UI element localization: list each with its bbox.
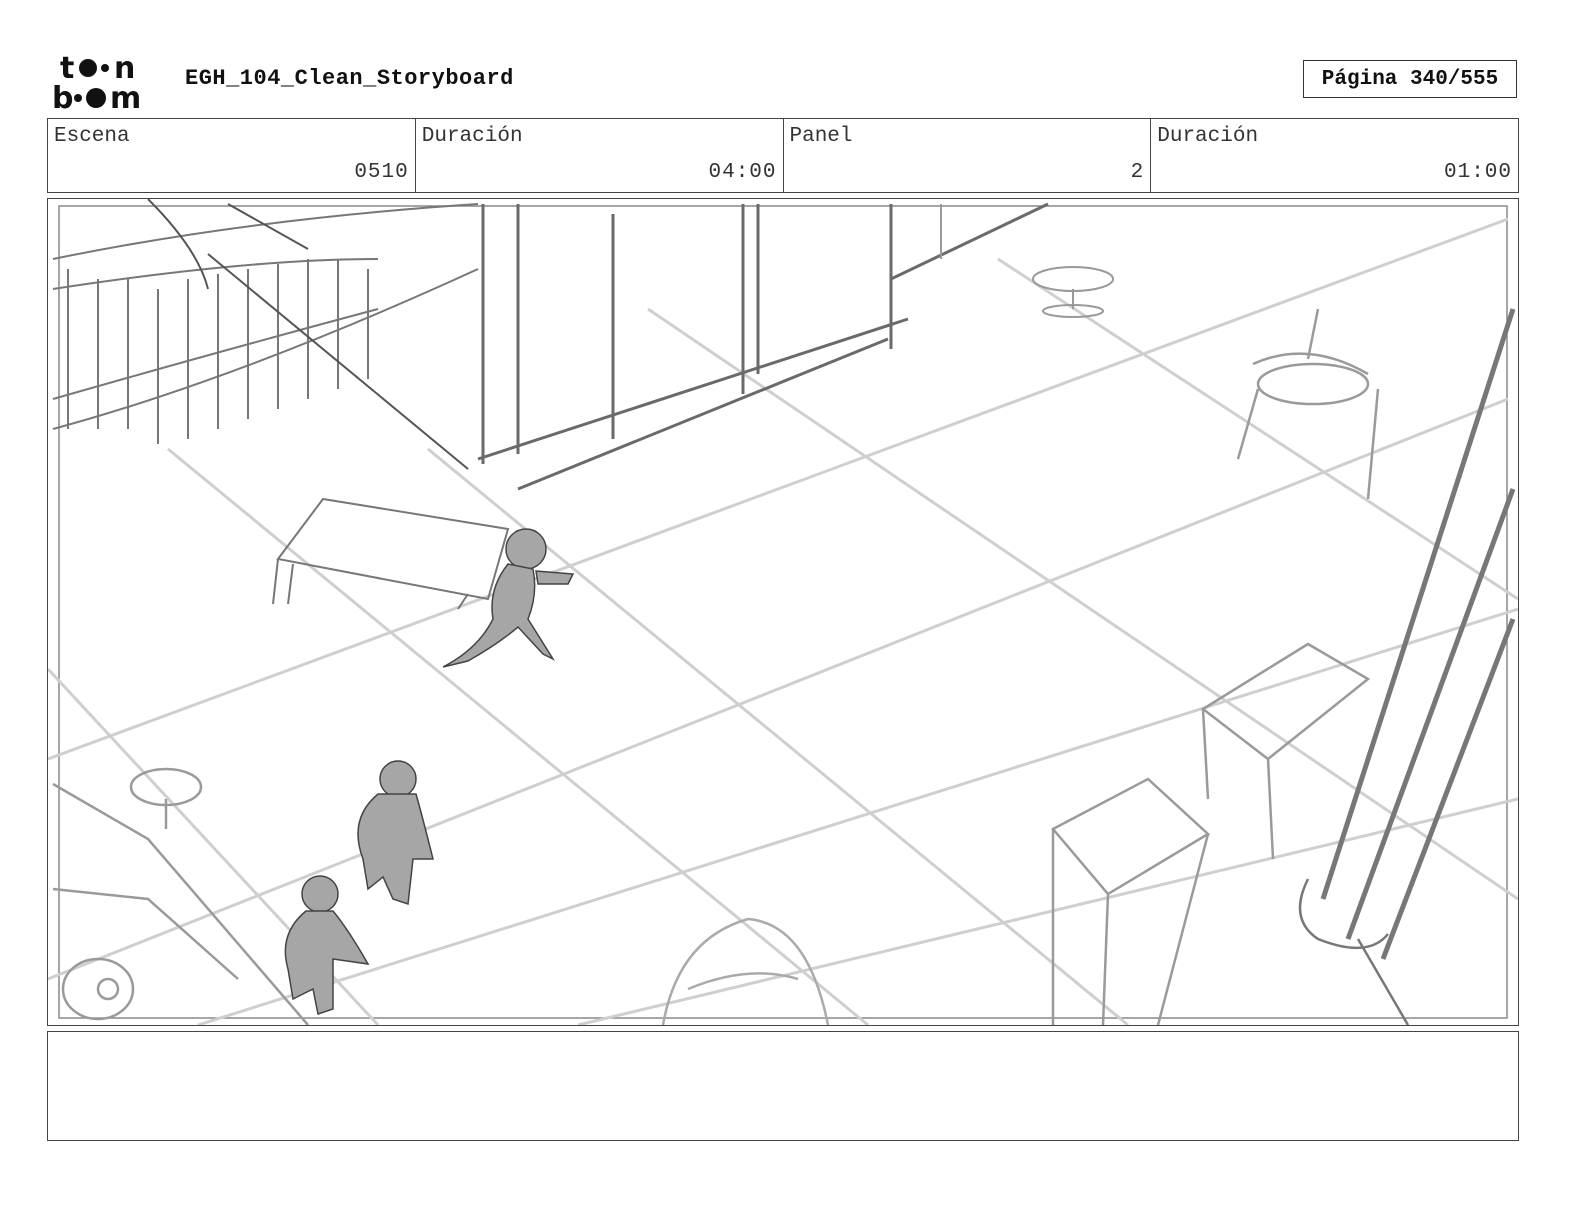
panel-duration-value: 01:00: [1443, 161, 1512, 184]
safe-frame: [58, 205, 1508, 1019]
panel-duration-label: Duración: [1157, 125, 1259, 148]
scene-duration-cell: Duración 04:00: [416, 119, 784, 192]
panel-label: Panel: [789, 125, 853, 148]
panel-sketch: [48, 199, 1518, 1025]
running-figure-head: [505, 528, 547, 570]
toon-boom-logo: t n b m: [52, 51, 141, 112]
notes-box: [47, 1031, 1519, 1141]
panel-cell: Panel 2: [784, 119, 1152, 192]
walking-figure-head: [301, 875, 339, 913]
scene-value: 0510: [354, 161, 409, 184]
scene-info-row: Escena 0510 Duración 04:00 Panel 2 Durac…: [47, 118, 1519, 193]
table-sketch: [272, 497, 510, 610]
wall-sketch: [477, 202, 1049, 491]
figures: [284, 528, 575, 1015]
bottom-left-sketch: [52, 767, 309, 1025]
running-figure-arm: [535, 570, 575, 585]
scene-duration-value: 04:00: [708, 161, 777, 184]
floor-grid: [48, 217, 1518, 1025]
scene-cell: Escena 0510: [48, 119, 416, 192]
panel-duration-cell: Duración 01:00: [1151, 119, 1518, 192]
walking-figure-body: [284, 910, 370, 1015]
svg-text:m: m: [110, 81, 141, 112]
svg-text:b: b: [52, 81, 73, 112]
scene-duration-label: Duración: [421, 125, 523, 148]
document-title: EGH_104_Clean_Storyboard: [185, 66, 514, 91]
panel-value: 2: [1130, 161, 1145, 184]
storyboard-panel: [47, 198, 1519, 1026]
standing-figure-body: [357, 793, 434, 906]
page-indicator: Página 340/555: [1303, 60, 1517, 98]
standing-figure-head: [379, 760, 417, 798]
stool-sketch: [940, 204, 1114, 318]
scene-label: Escena: [54, 125, 130, 148]
railing-sketch: [52, 199, 479, 470]
